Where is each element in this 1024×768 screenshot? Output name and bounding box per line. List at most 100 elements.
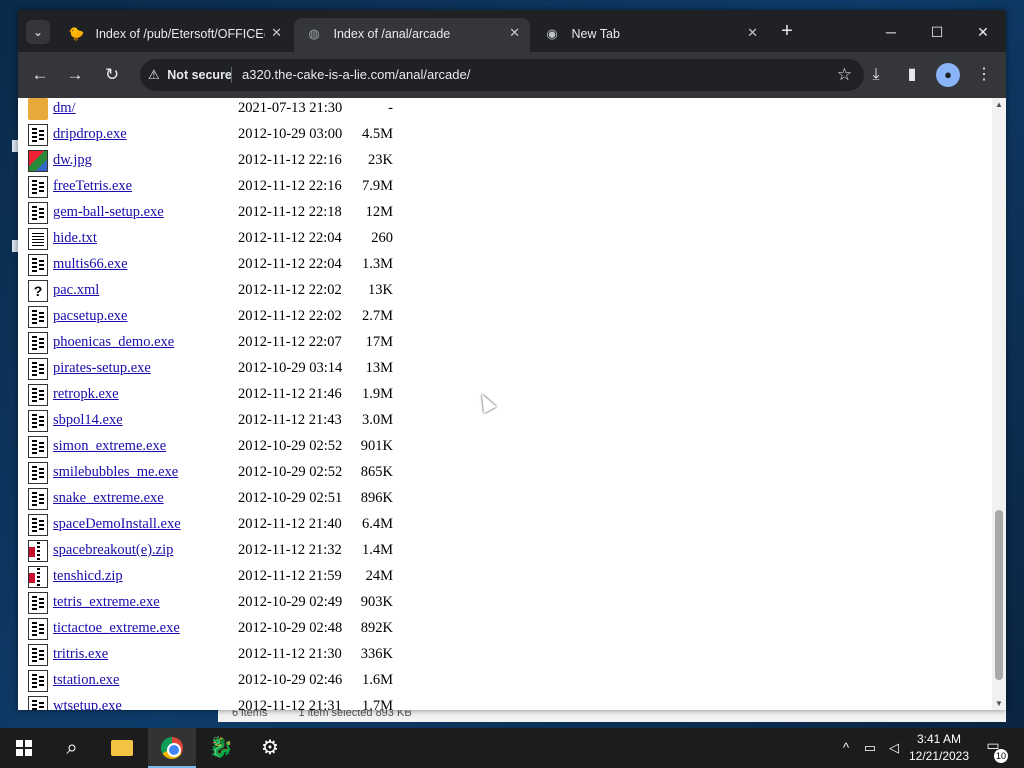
file-link[interactable]: wtsetup.exe (53, 698, 122, 710)
close-icon[interactable]: ✕ (509, 18, 520, 48)
security-chip[interactable]: ⚠ Not secure (148, 59, 232, 91)
tab-new-tab[interactable]: ◉ New Tab ✕ (532, 18, 768, 52)
more-menu-icon[interactable]: ⋮ (972, 63, 996, 87)
file-link[interactable]: snake_extreme.exe (53, 490, 164, 507)
file-link[interactable]: gem-ball-setup.exe (53, 204, 164, 221)
clock[interactable]: 3:41 AM 12/21/2023 (904, 731, 974, 765)
file-link[interactable]: tetris_extreme.exe (53, 594, 160, 611)
file-date: 2012-11-12 21:40 (238, 516, 342, 532)
close-icon[interactable]: ✕ (747, 18, 758, 48)
file-link[interactable]: simon_extreme.exe (53, 438, 166, 455)
file-size: 901K (360, 438, 393, 454)
file-row: snake_extreme.exe 2012-10-29 02:51 896K (18, 486, 438, 512)
unknown-file-icon: ? (28, 280, 48, 302)
file-date: 2012-11-12 21:43 (238, 412, 342, 428)
address-bar[interactable]: ⚠ Not secure a320.the-cake-is-a-lie.com/… (140, 59, 864, 91)
file-link[interactable]: sbpol14.exe (53, 412, 123, 429)
file-link[interactable]: pacsetup.exe (53, 308, 127, 325)
url-text[interactable]: a320.the-cake-is-a-lie.com/anal/arcade/ (242, 59, 470, 91)
file-size: 1.3M (361, 256, 393, 272)
forward-button[interactable]: → (63, 63, 87, 87)
file-size: 1.6M (361, 672, 393, 688)
file-size: 6.4M (361, 516, 393, 532)
page-viewport: dm/2021-07-13 21:30 - dripdrop.exe 2012-10-… (18, 98, 992, 710)
chrome-icon: ◉ (546, 25, 558, 41)
folder-file-icon (28, 98, 48, 120)
file-size: 892K (360, 620, 393, 636)
volume-muted-icon[interactable]: ◁ (884, 728, 904, 768)
file-date: 2012-11-12 22:07 (238, 334, 342, 350)
file-link[interactable]: dw.jpg (53, 152, 92, 169)
file-explorer-button[interactable] (98, 728, 146, 768)
file-date: 2012-11-12 21:46 (238, 386, 342, 402)
file-link[interactable]: multis66.exe (53, 256, 128, 273)
file-link[interactable]: pirates-setup.exe (53, 360, 151, 377)
side-panel-icon[interactable]: ▮ (900, 63, 924, 87)
file-link[interactable]: tenshicd.zip (53, 568, 123, 585)
tab-title: Index of /anal/arcade (333, 26, 451, 41)
chrome-taskbar-button[interactable] (148, 728, 196, 768)
file-link[interactable]: tictactoe_extreme.exe (53, 620, 180, 637)
file-link[interactable]: pac.xml (53, 282, 99, 299)
tab-etersoft[interactable]: 🐤 Index of /pub/Etersoft/OFFICE@ ✕ (56, 18, 292, 52)
file-link[interactable]: smilebubbles_me.exe (53, 464, 178, 481)
file-row: gem-ball-setup.exe 2012-11-12 22:18 12M (18, 200, 438, 226)
file-size: 260 (371, 230, 393, 246)
file-date: 2012-11-12 22:16 (238, 178, 342, 194)
bookmark-star-icon[interactable]: ☆ (837, 59, 852, 91)
show-hidden-icons-button[interactable]: ^ (836, 728, 856, 768)
file-link[interactable]: dripdrop.exe (53, 126, 127, 143)
back-button[interactable]: ← (28, 63, 52, 87)
profile-avatar-icon[interactable]: ● (936, 63, 960, 87)
scroll-up-icon[interactable]: ▲ (995, 100, 1003, 109)
file-row: phoenicas_demo.exe 2012-11-12 22:07 17M (18, 330, 438, 356)
tab-search-button[interactable]: ⌄ (26, 20, 50, 44)
close-icon[interactable]: ✕ (271, 18, 282, 48)
file-link[interactable]: hide.txt (53, 230, 97, 247)
file-size: 13K (368, 282, 393, 298)
file-date: 2012-10-29 02:49 (238, 594, 343, 610)
file-row: tstation.exe 2012-10-29 02:46 1.6M (18, 668, 438, 694)
file-date: 2012-11-12 22:02 (238, 308, 342, 324)
chrome-window: ⌄ 🐤 Index of /pub/Etersoft/OFFICE@ ✕ ◍ I… (18, 10, 1006, 710)
notification-center-button[interactable]: ▭ 10 (982, 737, 1008, 763)
file-row: tictactoe_extreme.exe 2012-10-29 02:48 892… (18, 616, 438, 642)
maximize-button[interactable]: ☐ (914, 18, 960, 46)
file-date: 2012-11-12 22:04 (238, 230, 342, 246)
download-icon[interactable]: ⤓ (864, 63, 888, 87)
file-link[interactable]: phoenicas_demo.exe (53, 334, 174, 351)
exe-file-icon (28, 488, 48, 510)
close-window-button[interactable]: ✕ (960, 18, 1006, 46)
file-row: dw.jpg 2012-11-12 22:16 23K (18, 148, 438, 174)
file-row: sbpol14.exe 2012-11-12 21:43 3.0M (18, 408, 438, 434)
file-link[interactable]: spacebreakout(e).zip (53, 542, 173, 559)
search-button[interactable]: ⌕ (48, 728, 96, 768)
file-link[interactable]: retropk.exe (53, 386, 119, 403)
settings-button[interactable]: ⚙ (246, 728, 294, 768)
file-size: 336K (360, 646, 393, 662)
file-row: freeTetris.exe 2012-11-12 22:16 7.9M (18, 174, 438, 200)
network-icon[interactable]: ▭ (860, 728, 880, 768)
vertical-scrollbar[interactable]: ▲ ▼ (992, 98, 1006, 710)
file-link[interactable]: spaceDemoInstall.exe (53, 516, 181, 533)
exe-file-icon (28, 124, 48, 146)
file-link[interactable]: freeTetris.exe (53, 178, 132, 195)
file-link[interactable]: tritris.exe (53, 646, 108, 663)
file-date: 2012-11-12 21:59 (238, 568, 342, 584)
tab-arcade[interactable]: ◍ Index of /anal/arcade ✕ (294, 18, 530, 52)
scroll-down-icon[interactable]: ▼ (995, 699, 1003, 708)
file-link[interactable]: tstation.exe (53, 672, 119, 689)
file-size: 13M (365, 360, 393, 376)
file-size: 24M (365, 568, 393, 584)
start-button[interactable] (0, 728, 48, 768)
exe-file-icon (28, 592, 48, 614)
scrollbar-thumb[interactable] (995, 510, 1003, 680)
dragon-app-button[interactable]: 🐉 (197, 728, 245, 768)
exe-file-icon (28, 384, 48, 406)
minimize-button[interactable]: ─ (868, 18, 914, 46)
exe-file-icon (28, 618, 48, 640)
file-link[interactable]: dm/ (53, 100, 76, 117)
reload-button[interactable]: ↻ (100, 63, 124, 87)
tab-title: Index of /pub/Etersoft/OFFICE@ (95, 26, 266, 41)
new-tab-button[interactable]: + (775, 20, 799, 44)
